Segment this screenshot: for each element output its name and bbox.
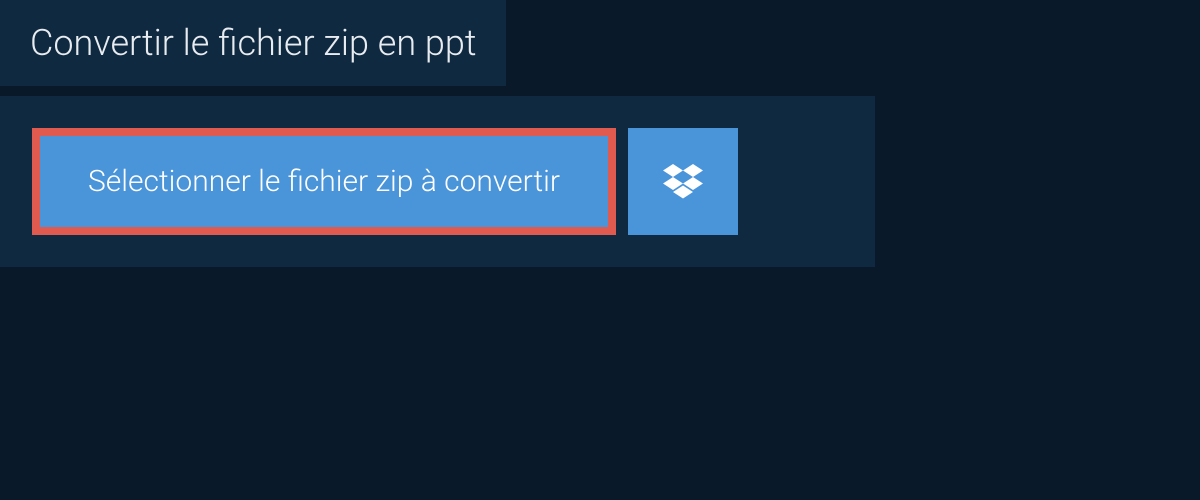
title-bar: Convertir le fichier zip en ppt xyxy=(0,0,506,86)
select-file-label: Sélectionner le fichier zip à convertir xyxy=(88,164,560,199)
upload-panel: Sélectionner le fichier zip à convertir xyxy=(0,96,875,267)
dropbox-icon xyxy=(663,164,703,200)
button-row: Sélectionner le fichier zip à convertir xyxy=(32,128,843,235)
dropbox-button[interactable] xyxy=(628,128,738,235)
page-title: Convertir le fichier zip en ppt xyxy=(30,22,476,64)
select-file-button[interactable]: Sélectionner le fichier zip à convertir xyxy=(32,128,616,235)
